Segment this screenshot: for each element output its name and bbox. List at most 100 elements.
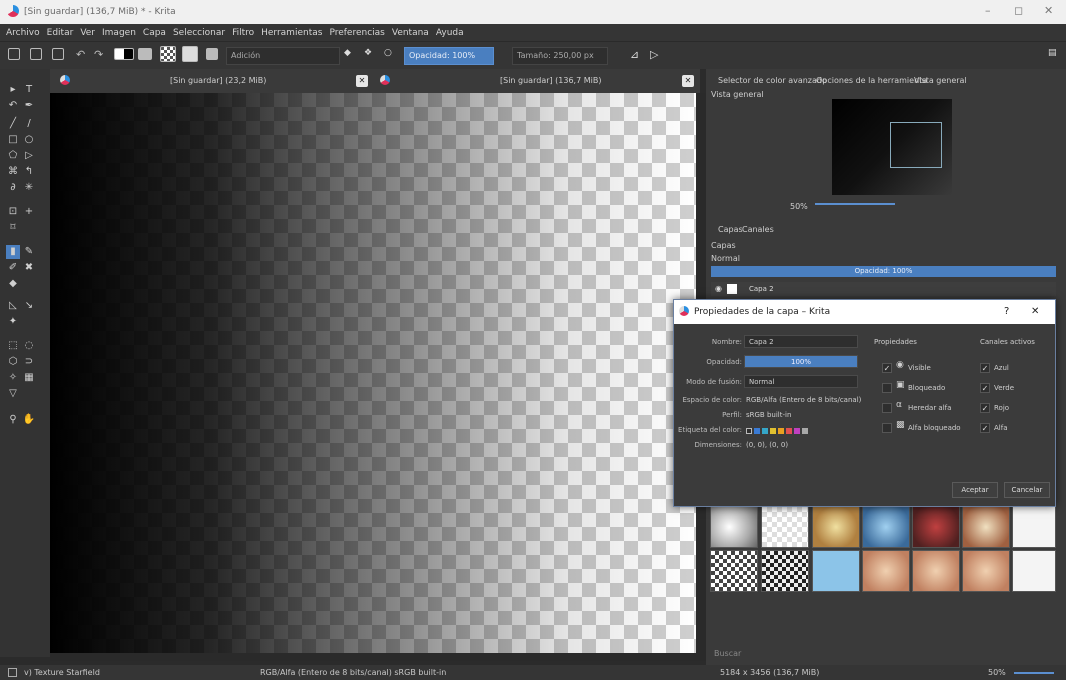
tab-advanced-color-selector[interactable]: Selector de color avanzado bbox=[718, 76, 827, 85]
bezier-tool-icon[interactable]: ⌘ bbox=[6, 165, 20, 179]
brush-search-input[interactable]: Buscar bbox=[714, 649, 741, 658]
line-tool-icon[interactable]: / bbox=[22, 117, 36, 131]
rectangle-tool-icon[interactable]: □ bbox=[6, 133, 20, 147]
menu-capa[interactable]: Capa bbox=[143, 28, 166, 38]
tab-document-1[interactable]: [Sin guardar] (23,2 MiB) bbox=[170, 69, 266, 93]
eraser-icon[interactable]: ◆ bbox=[344, 48, 356, 60]
tab-close-button[interactable]: ✕ bbox=[356, 75, 368, 87]
dynamic-brush-icon[interactable]: ∂ bbox=[6, 181, 20, 195]
menu-herramientas[interactable]: Herramientas bbox=[261, 28, 322, 38]
polygon-select-icon[interactable]: ⬡ bbox=[6, 355, 20, 369]
gradient-tool-icon[interactable]: ▮ bbox=[6, 245, 20, 259]
color-label-yellow[interactable] bbox=[770, 428, 776, 434]
blend-mode-select[interactable]: Normal bbox=[744, 375, 858, 388]
reference-tool-icon[interactable]: ✦ bbox=[6, 315, 20, 329]
outline-select-icon[interactable]: ⊃ bbox=[22, 355, 36, 369]
color-label-gray[interactable] bbox=[802, 428, 808, 434]
brush-preset[interactable] bbox=[1012, 506, 1056, 548]
layer-row[interactable]: ◉ Capa 2 bbox=[711, 282, 1056, 296]
brush-preset[interactable] bbox=[812, 550, 860, 592]
polygon-tool-icon[interactable]: ⬠ bbox=[6, 149, 20, 163]
redo-icon[interactable]: ↷ bbox=[94, 48, 106, 61]
pattern-icon[interactable] bbox=[160, 46, 176, 62]
blue-channel-checkbox[interactable]: ✓ bbox=[980, 363, 990, 373]
fill-tool-icon[interactable]: ✐ bbox=[6, 261, 20, 275]
brush-preset[interactable] bbox=[962, 550, 1010, 592]
brush-preset[interactable] bbox=[912, 506, 960, 548]
minimize-button[interactable]: – bbox=[985, 4, 991, 17]
locked-checkbox[interactable] bbox=[882, 383, 892, 393]
brush-tool-icon[interactable]: ╱ bbox=[6, 117, 20, 131]
eye-icon[interactable]: ◉ bbox=[715, 284, 722, 293]
tab-document-2[interactable]: [Sin guardar] (136,7 MiB) bbox=[500, 69, 601, 93]
crop-tool-icon[interactable]: ⊡ bbox=[6, 205, 20, 219]
new-document-icon[interactable] bbox=[8, 48, 20, 60]
alpha-locked-checkbox[interactable] bbox=[882, 423, 892, 433]
preserve-alpha-icon[interactable]: ❖ bbox=[364, 48, 376, 60]
zoom-tool-icon[interactable]: ⚲ bbox=[6, 413, 20, 427]
move-tool-icon[interactable]: + bbox=[22, 205, 36, 219]
wrap-icon[interactable]: ○ bbox=[384, 48, 396, 60]
calligraphy-icon[interactable]: ✒ bbox=[22, 99, 36, 113]
green-channel-checkbox[interactable]: ✓ bbox=[980, 383, 990, 393]
color-label-purple[interactable] bbox=[794, 428, 800, 434]
similar-select-icon[interactable]: ▦ bbox=[22, 371, 36, 385]
menu-filtro[interactable]: Filtro bbox=[232, 28, 254, 38]
brush-preset[interactable] bbox=[862, 550, 910, 592]
red-channel-checkbox[interactable]: ✓ bbox=[980, 403, 990, 413]
tab-close-button[interactable]: ✕ bbox=[682, 75, 694, 87]
brush-preset[interactable] bbox=[761, 550, 809, 592]
opacity-slider[interactable]: Opacidad: 100% bbox=[404, 47, 494, 65]
cancel-button[interactable]: Cancelar bbox=[1004, 482, 1050, 498]
brush-preset[interactable] bbox=[710, 550, 758, 592]
overview-viewport-box[interactable] bbox=[890, 122, 942, 168]
canvas[interactable] bbox=[50, 93, 696, 653]
undo-icon[interactable]: ↶ bbox=[76, 48, 88, 61]
polyline-tool-icon[interactable]: ▷ bbox=[22, 149, 36, 163]
menu-ver[interactable]: Ver bbox=[80, 28, 95, 38]
brush-preset[interactable] bbox=[962, 506, 1010, 548]
color-swatch-icon[interactable] bbox=[114, 48, 134, 60]
rect-select-icon[interactable]: ⬚ bbox=[6, 339, 20, 353]
color-label-none[interactable] bbox=[746, 428, 752, 434]
gradient-icon[interactable] bbox=[138, 48, 152, 60]
color-label-cyan[interactable] bbox=[762, 428, 768, 434]
color-label-red[interactable] bbox=[786, 428, 792, 434]
close-window-button[interactable]: ✕ bbox=[1044, 4, 1053, 17]
size-slider[interactable]: Tamaño: 250,00 px bbox=[512, 47, 608, 65]
tab-tool-options[interactable]: Opciones de la herramienta bbox=[816, 76, 927, 85]
zoom-slider[interactable] bbox=[1014, 672, 1054, 674]
menu-preferencias[interactable]: Preferencias bbox=[329, 28, 384, 38]
layer-blend-mode[interactable]: Normal bbox=[711, 254, 740, 263]
ellipse-tool-icon[interactable]: ○ bbox=[22, 133, 36, 147]
bucket-icon[interactable]: ◆ bbox=[6, 277, 20, 291]
open-document-icon[interactable] bbox=[30, 48, 42, 60]
multibrush-icon[interactable]: ✳ bbox=[22, 181, 36, 195]
assistant-tool-icon[interactable]: ◺ bbox=[6, 299, 20, 313]
brush-preset[interactable] bbox=[710, 506, 758, 548]
brush-preset[interactable] bbox=[862, 506, 910, 548]
blend-mode-select[interactable]: Adición bbox=[226, 47, 340, 65]
mirror-vertical-icon[interactable]: ▷ bbox=[650, 48, 662, 61]
text-tool-icon[interactable]: T bbox=[22, 83, 36, 97]
name-field[interactable]: Capa 2 bbox=[744, 335, 858, 348]
menu-imagen[interactable]: Imagen bbox=[102, 28, 136, 38]
contiguous-select-icon[interactable]: ✧ bbox=[6, 371, 20, 385]
save-icon[interactable] bbox=[52, 48, 64, 60]
opacity-field[interactable]: 100% bbox=[744, 355, 858, 368]
tab-overview[interactable]: Vista general bbox=[914, 76, 967, 85]
layer-opacity-slider[interactable]: Opacidad: 100% bbox=[711, 266, 1056, 277]
brush-preset[interactable] bbox=[812, 506, 860, 548]
visible-checkbox[interactable]: ✓ bbox=[882, 363, 892, 373]
overview-zoom-slider[interactable] bbox=[815, 203, 895, 205]
maximize-button[interactable]: ◻ bbox=[1014, 4, 1023, 17]
measure-tool-icon[interactable]: ↘ bbox=[22, 299, 36, 313]
ellipse-select-icon[interactable]: ◌ bbox=[22, 339, 36, 353]
transform-tool-icon[interactable]: ⌑ bbox=[6, 221, 20, 235]
pan-tool-icon[interactable]: ✋ bbox=[22, 413, 36, 427]
menu-archivo[interactable]: Archivo bbox=[6, 28, 40, 38]
alpha-channel-checkbox[interactable]: ✓ bbox=[980, 423, 990, 433]
ok-button[interactable]: Aceptar bbox=[952, 482, 998, 498]
brush-editor-icon[interactable] bbox=[206, 48, 218, 60]
freehand-path-icon[interactable]: ↰ bbox=[22, 165, 36, 179]
